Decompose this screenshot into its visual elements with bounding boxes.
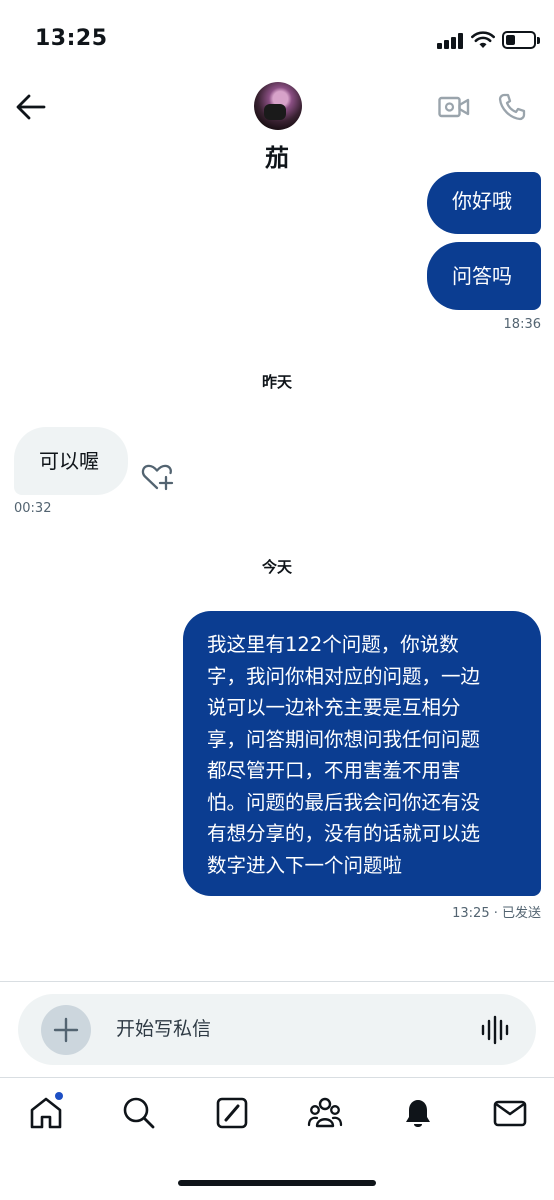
message-bubble-received[interactable]: 可以喔 [14,427,128,495]
message-bubble-sent[interactable]: 我这里有122个问题，你说数 字，我问你相对应的问题，一边 说可以一边补充主要是… [183,611,541,896]
message-timestamp: 00:32 [14,501,52,516]
message-text-line: 数字进入下一个问题啦 [207,853,403,877]
message-text-line: 说可以一边补充主要是互相分 [207,696,461,719]
heart-plus-icon[interactable] [140,462,174,492]
divider [0,1077,554,1078]
message-text-line: 字，我问你相对应的问题，一边 [207,664,481,688]
message-text-line: 怕。问题的最后我会问你还有没 [207,790,481,814]
message-composer [18,994,536,1065]
voice-wave-icon[interactable] [480,1015,510,1045]
video-camera-icon[interactable] [438,95,470,119]
message-bubble-sent[interactable]: 你好哦 [427,172,541,234]
message-bubble-sent[interactable]: 问答吗 [427,242,541,310]
contact-name[interactable]: 茄 [0,138,554,173]
wifi-icon [471,31,495,48]
communities-icon[interactable] [307,1095,343,1131]
message-input[interactable] [116,1013,446,1045]
plus-icon [53,1017,79,1043]
message-text-line: 我这里有122个问题，你说数 [207,633,459,656]
messages-icon[interactable] [492,1095,528,1131]
avatar[interactable] [254,82,302,130]
battery-icon [502,31,540,49]
notifications-icon[interactable] [400,1095,436,1131]
date-separator: 今天 [261,558,292,576]
message-text-line: 享，问答期间你想问我任何问题 [207,727,481,751]
back-arrow-icon[interactable] [14,92,48,122]
phone-icon[interactable] [497,92,527,122]
divider [0,981,554,982]
message-text-line: 有想分享的，没有的话就可以选 [207,822,481,845]
add-media-button[interactable] [41,1005,91,1055]
notification-dot [55,1092,63,1100]
message-timestamp: 18:36 [503,317,541,332]
status-time: 13:25 [35,26,108,51]
date-separator: 昨天 [261,373,292,391]
compose-icon[interactable] [214,1095,250,1131]
message-text-line: 都尽管开口，不用害羞不用害 [207,759,461,782]
status-bar: 13:25 [0,0,554,80]
conversation-header: 茄 [0,80,554,180]
home-indicator[interactable] [178,1180,376,1186]
home-icon[interactable] [28,1095,64,1131]
cellular-signal-icon [437,33,465,49]
message-status-timestamp: 13:25 · 已发送 [452,906,541,921]
search-icon[interactable] [121,1095,157,1131]
